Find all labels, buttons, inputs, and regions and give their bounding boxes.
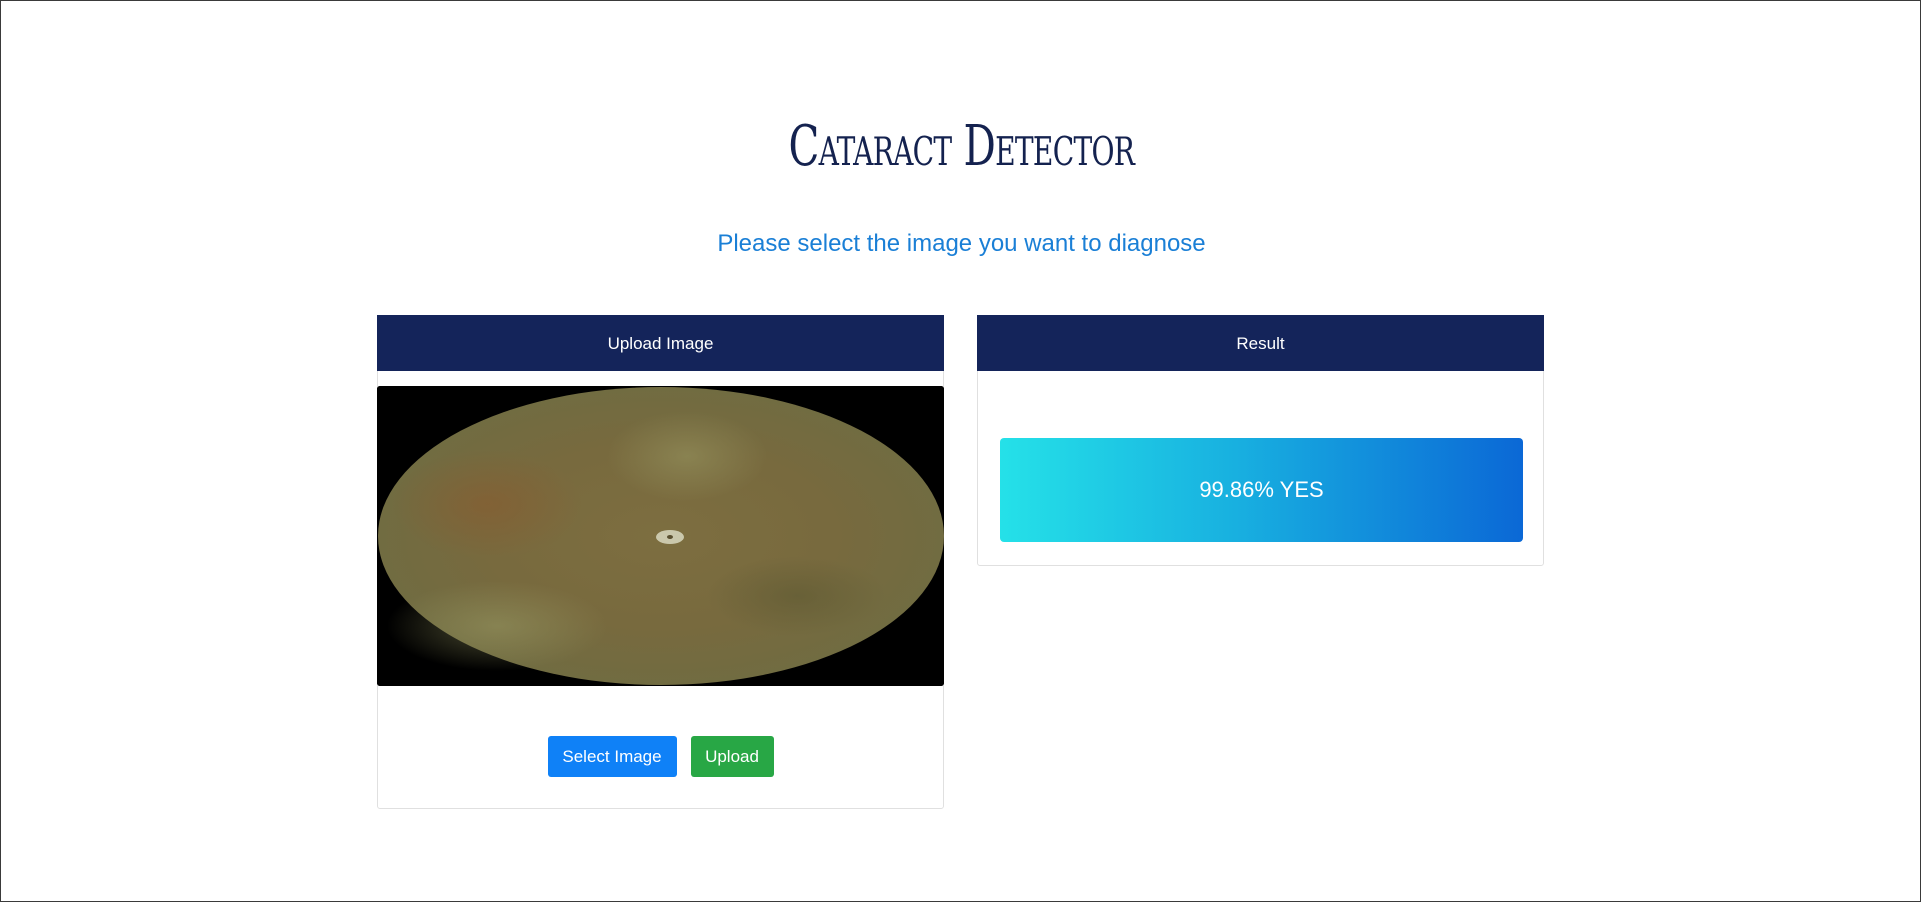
fundus-image	[377, 386, 944, 686]
upload-card: Upload Image Select Image Upload	[377, 315, 944, 809]
page-title: Cataract Detector	[788, 114, 1135, 179]
app-window: Cataract Detector Please select the imag…	[0, 0, 1921, 902]
result-value: 99.86% YES	[1000, 438, 1523, 542]
result-card-header: Result	[977, 315, 1544, 371]
upload-card-header: Upload Image	[377, 315, 944, 371]
select-image-button[interactable]: Select Image	[547, 736, 677, 777]
image-preview	[377, 386, 944, 686]
upload-actions: Select Image Upload	[378, 736, 943, 777]
result-card: Result 99.86% YES	[977, 315, 1544, 566]
upload-button[interactable]: Upload	[690, 736, 774, 777]
page-subtitle: Please select the image you want to diag…	[717, 230, 1206, 257]
